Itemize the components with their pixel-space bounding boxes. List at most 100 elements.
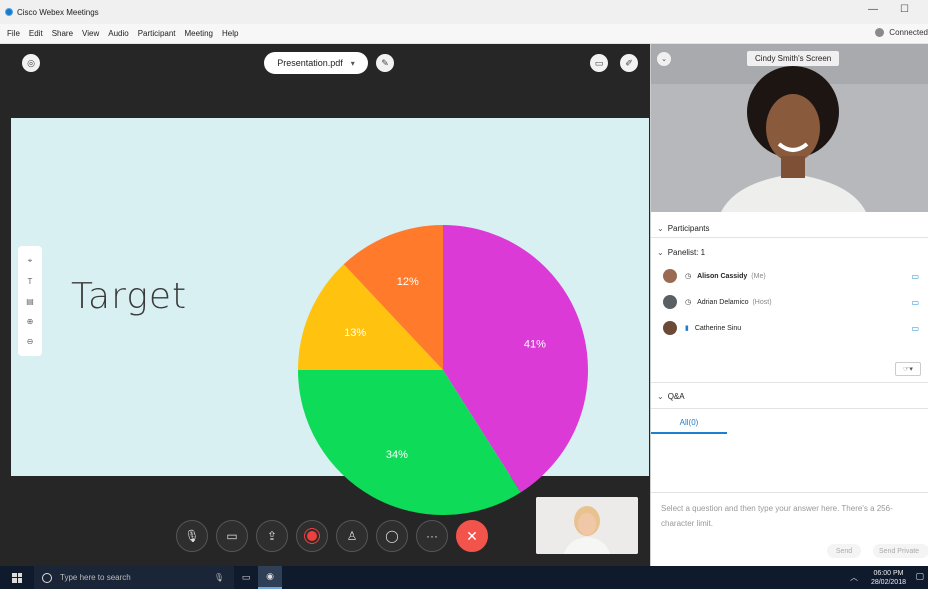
menu-help[interactable]: Help — [222, 29, 238, 38]
camera-icon: ▭ — [911, 271, 919, 281]
send-private-button[interactable]: Send Private — [873, 544, 928, 558]
pie-slice-label: 41% — [524, 338, 546, 350]
close-icon: ✕ — [466, 527, 478, 544]
self-portrait — [536, 497, 638, 554]
participant-name: Alison Cassidy — [697, 272, 748, 280]
qa-answer-field[interactable]: Select a question and then type your ans… — [651, 492, 928, 544]
connection-status[interactable]: Connected — [875, 28, 928, 37]
webex-logo-icon — [5, 8, 13, 16]
right-panel: ⌄ Cindy Smith's Screen ⌄ Participants ⌄ … — [650, 44, 928, 566]
text-tool-icon[interactable]: T — [28, 277, 33, 286]
chevron-down-icon: ⌄ — [661, 56, 667, 63]
menu-file[interactable]: File — [7, 29, 20, 38]
menu-participant[interactable]: Participant — [138, 29, 176, 38]
pie-slice-label: 34% — [386, 449, 408, 461]
camera-icon: ▭ — [911, 297, 919, 307]
participants-icon: ♙ — [346, 529, 358, 543]
menu-share[interactable]: Share — [52, 29, 73, 38]
panelist-title: Panelist: 1 — [667, 247, 706, 257]
menu-view[interactable]: View — [82, 29, 99, 38]
more-icon: ··· — [426, 529, 438, 543]
record-button[interactable] — [296, 520, 328, 552]
start-button[interactable] — [0, 566, 34, 589]
menu-edit[interactable]: Edit — [29, 29, 43, 38]
layout-icon: ▭ — [594, 57, 604, 68]
pie-slice-label: 13% — [344, 327, 366, 339]
qa-title: Q&A — [667, 391, 685, 401]
search-placeholder: Type here to search — [60, 573, 131, 582]
more-button[interactable]: ··· — [416, 520, 448, 552]
pie-chart: 41% 34% 13% 12% — [298, 225, 588, 515]
pen-icon: ✎ — [381, 57, 389, 68]
shared-file-dropdown[interactable]: Presentation.pdf ▾ — [264, 52, 368, 74]
end-meeting-button[interactable]: ✕ — [456, 520, 488, 552]
webex-taskbar-button[interactable]: ◉ — [258, 566, 282, 589]
avatar — [663, 269, 677, 283]
chevron-down-icon: ⌄ — [657, 223, 664, 233]
raise-hand-button[interactable]: ☞▾ — [895, 362, 921, 376]
menu-bar: File Edit Share View Audio Participant M… — [0, 24, 928, 44]
webex-window: Cisco Webex Meetings — ☐ File Edit Share… — [0, 0, 928, 589]
taskbar-search[interactable]: Type here to search 🎙︎ — [34, 566, 234, 589]
share-button[interactable]: ⇪ — [256, 520, 288, 552]
menu-audio[interactable]: Audio — [108, 29, 128, 38]
avatar — [663, 295, 677, 309]
record-icon — [307, 531, 317, 541]
mic-active-icon: ▮ — [685, 325, 689, 332]
video-label: Cindy Smith's Screen — [747, 51, 840, 66]
mic-icon: ◷ — [685, 273, 692, 280]
windows-taskbar: Type here to search 🎙︎ ▭ ◉ ︿ 06:00 PM 28… — [0, 566, 928, 589]
active-speaker-video[interactable]: ⌄ Cindy Smith's Screen — [651, 44, 928, 212]
panelist-header[interactable]: ⌄ Panelist: 1 — [651, 244, 928, 260]
mute-button[interactable]: 🎙︎ — [176, 520, 208, 552]
chevron-up-icon[interactable]: ︿ — [850, 572, 858, 583]
speaker-portrait — [651, 44, 928, 212]
taskbar-clock[interactable]: 06:00 PM 28/02/2018 — [871, 569, 906, 587]
participants-header[interactable]: ⌄ Participants — [651, 220, 928, 236]
zoom-out-icon[interactable]: ⊖ — [27, 337, 34, 346]
participant-name: Adrian Delamico — [697, 298, 749, 306]
minimize-button[interactable]: — — [868, 4, 878, 15]
slide-toolbar: ⌖ T ▤ ⊕ ⊖ — [18, 246, 42, 356]
chevron-down-icon: ▾ — [350, 58, 355, 68]
chat-icon: ◯ — [385, 529, 399, 543]
collapse-video-button[interactable]: ⌄ — [657, 52, 671, 66]
content-stage: ◎ Presentation.pdf ▾ ✎ ▭ ✐ ⌖ T ▤ ⊕ ⊖ Tar… — [0, 44, 650, 566]
divider — [651, 382, 928, 383]
maximize-button[interactable]: ☐ — [900, 4, 909, 15]
cortana-icon — [42, 572, 52, 583]
slide-title: Target — [71, 276, 188, 317]
shared-slide: ⌖ T ▤ ⊕ ⊖ Target 41% 34% 13% 12% — [11, 118, 649, 515]
task-view-button[interactable]: ▭ — [234, 566, 258, 589]
clock-time: 06:00 PM — [873, 570, 904, 577]
send-button[interactable]: Send — [827, 544, 861, 558]
video-button[interactable]: ▭ — [216, 520, 248, 552]
divider — [651, 237, 928, 238]
clock-date: 28/02/2018 — [870, 579, 906, 586]
chat-button[interactable]: ◯ — [376, 520, 408, 552]
title-bar: Cisco Webex Meetings — ☐ — [0, 0, 928, 24]
layout-button[interactable]: ▭ — [590, 54, 608, 72]
tab-all-questions[interactable]: All(0) — [651, 412, 727, 434]
avatar — [663, 321, 677, 335]
pointer-tool-icon[interactable]: ⌖ — [28, 256, 33, 266]
page-tool-icon[interactable]: ▤ — [26, 297, 34, 306]
participants-button[interactable]: ♙ — [336, 520, 368, 552]
participant-row[interactable]: ◷ Alison Cassidy (Me) ▭ — [663, 266, 928, 286]
chevron-down-icon: ⌄ — [657, 391, 664, 401]
menu-meeting[interactable]: Meeting — [185, 29, 213, 38]
annotate-button[interactable]: ✎ — [376, 54, 394, 72]
stage-options-button[interactable]: ◎ — [22, 54, 40, 72]
qa-header[interactable]: ⌄ Q&A — [651, 388, 928, 404]
divider — [651, 408, 928, 409]
chevron-down-icon: ⌄ — [657, 247, 664, 257]
zoom-in-icon[interactable]: ⊕ — [27, 317, 34, 326]
notifications-icon[interactable]: ▢ — [915, 571, 924, 582]
participant-row[interactable]: ▮ Catherine Sinu ▭ — [663, 318, 928, 338]
pointer-button[interactable]: ✐ — [620, 54, 638, 72]
self-video[interactable] — [536, 497, 638, 554]
participant-row[interactable]: ◷ Adrian Delamico (Host) ▭ — [663, 292, 928, 312]
task-view-icon: ▭ — [241, 572, 251, 582]
camera-icon: ▭ — [911, 323, 919, 333]
microphone-icon[interactable]: 🎙︎ — [214, 573, 224, 582]
